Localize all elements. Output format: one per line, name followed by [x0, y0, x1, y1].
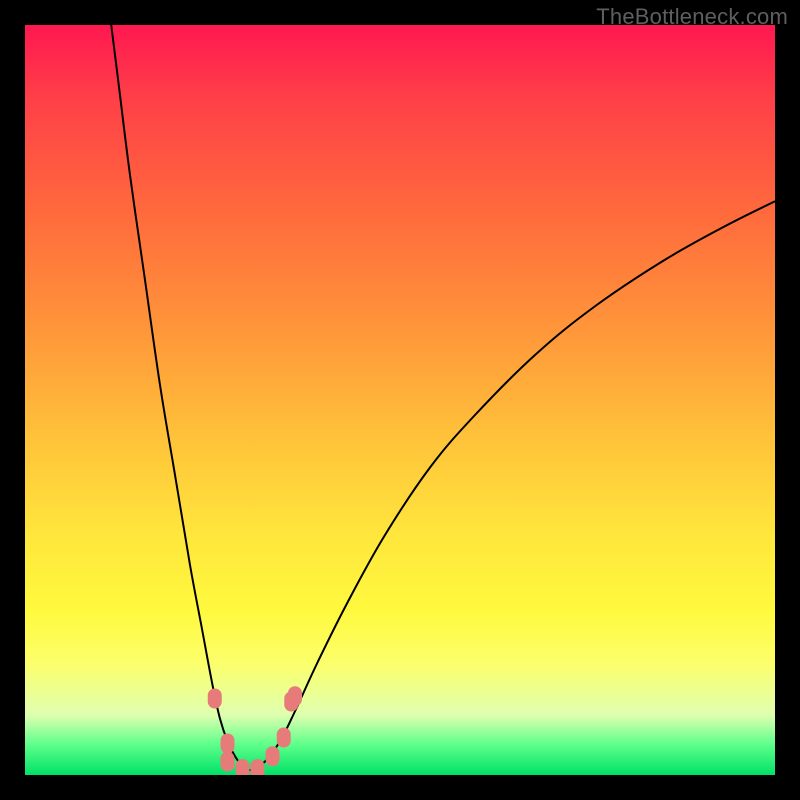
chart-frame: TheBottleneck.com	[0, 0, 800, 800]
curve-marker	[277, 728, 291, 748]
chart-svg	[25, 25, 775, 775]
curve-right-branch	[250, 201, 775, 770]
curve-marker	[221, 752, 235, 772]
curve-marker	[288, 686, 302, 706]
curve-left-branch	[111, 25, 250, 771]
chart-plot-area	[25, 25, 775, 775]
curve-marker	[266, 746, 280, 766]
curve-marker	[221, 734, 235, 754]
curve-marker	[236, 759, 250, 775]
curve-marker	[251, 759, 265, 775]
curve-marker	[208, 689, 222, 709]
watermark-text: TheBottleneck.com	[596, 4, 788, 30]
curve-markers	[208, 686, 302, 775]
